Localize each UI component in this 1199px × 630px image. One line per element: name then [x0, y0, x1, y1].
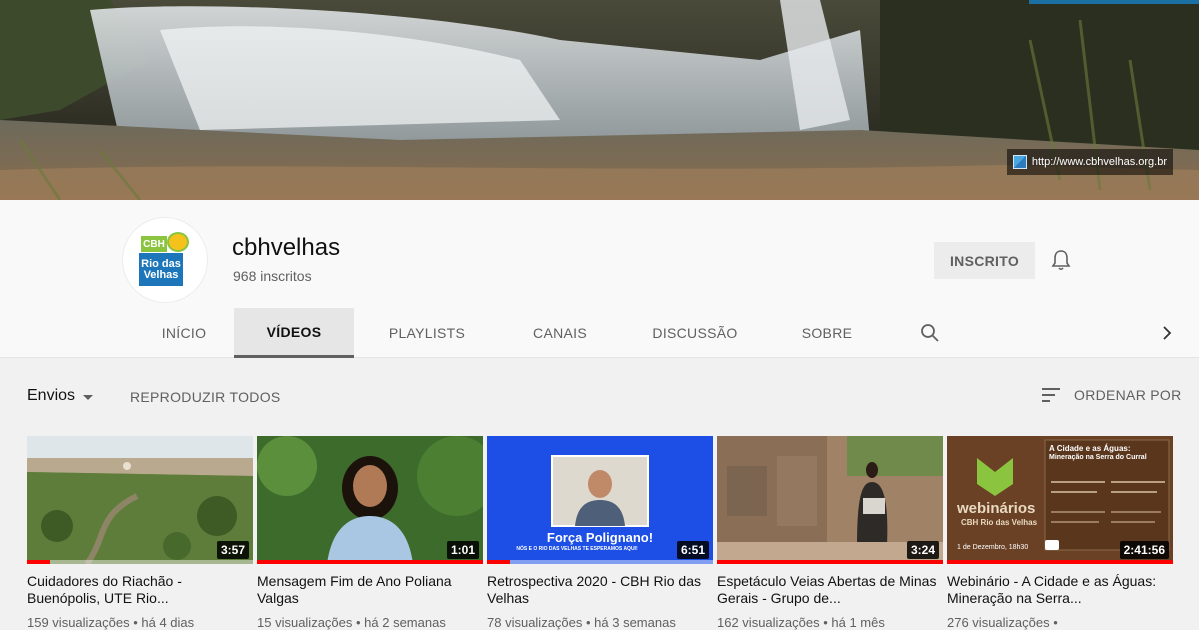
- video-title[interactable]: Espetáculo Veias Abertas de Minas Gerais…: [717, 573, 943, 607]
- video-card[interactable]: 3:24 Espetáculo Veias Abertas de Minas G…: [717, 436, 943, 630]
- tab-videos[interactable]: VÍDEOS: [234, 308, 354, 358]
- video-duration: 6:51: [676, 541, 709, 559]
- video-card[interactable]: webinários CBH Rio das Velhas A Cidade e…: [947, 436, 1173, 630]
- channel-logo: CBH Rio das Velhas: [139, 232, 189, 288]
- channel-avatar[interactable]: CBH Rio das Velhas: [123, 218, 207, 302]
- video-meta: 159 visualizações • há 4 dias: [27, 615, 195, 630]
- channel-tabs: INÍCIO VÍDEOS PLAYLISTS CANAIS DISCUSSÃO…: [0, 308, 1199, 358]
- watch-progress: [257, 560, 483, 564]
- search-icon[interactable]: [918, 321, 942, 345]
- sort-icon: [1042, 388, 1060, 402]
- subscriber-count: 968 inscritos: [233, 268, 312, 284]
- tab-canais[interactable]: CANAIS: [510, 308, 610, 358]
- tab-inicio[interactable]: INÍCIO: [134, 308, 234, 358]
- logo-bottom-text: Rio das Velhas: [139, 253, 183, 286]
- video-duration: 3:24: [906, 541, 939, 559]
- play-all-button[interactable]: REPRODUZIR TODOS: [130, 389, 281, 405]
- website-favicon-icon: [1012, 155, 1027, 169]
- progress-track: [27, 560, 253, 564]
- video-duration: 3:57: [216, 541, 249, 559]
- caret-down-icon: [83, 394, 94, 400]
- logo-top-text: CBH: [141, 236, 167, 252]
- channel-banner: http://www.cbhvelhas.org.br: [0, 0, 1199, 200]
- progress-track: [487, 560, 713, 564]
- webinar-brand-sub: CBH Rio das Velhas: [961, 518, 1038, 527]
- video-card[interactable]: 1:01 Mensagem Fim de Ano Poliana Valgas …: [257, 436, 483, 630]
- video-thumbnail[interactable]: webinários CBH Rio das Velhas A Cidade e…: [947, 436, 1173, 564]
- tab-discussao[interactable]: DISCUSSÃO: [640, 308, 750, 358]
- watch-progress: [487, 560, 510, 564]
- webinar-headline: A Cidade e as Águas:: [1049, 444, 1131, 453]
- video-title[interactable]: Webinário - A Cidade e as Águas: Mineraç…: [947, 573, 1173, 607]
- subscribed-button[interactable]: INSCRITO: [934, 242, 1035, 279]
- chevron-right-icon[interactable]: [1158, 324, 1176, 342]
- banner-website-link[interactable]: http://www.cbhvelhas.org.br: [1006, 149, 1173, 175]
- uploads-dropdown[interactable]: Envios: [27, 387, 94, 405]
- fish-logo-icon: [167, 232, 189, 252]
- channel-header: CBH Rio das Velhas cbhvelhas 968 inscrit…: [0, 200, 1199, 358]
- video-duration: 1:01: [446, 541, 479, 559]
- uploads-label: Envios: [27, 387, 76, 404]
- tab-playlists[interactable]: PLAYLISTS: [372, 308, 482, 358]
- video-meta: 162 visualizações • há 1 mês: [717, 615, 885, 630]
- webinar-brand: webinários: [957, 500, 1036, 517]
- video-title[interactable]: Mensagem Fim de Ano Poliana Valgas: [257, 573, 483, 607]
- video-thumbnail[interactable]: Força Polignano! NÓS E O RIO DAS VELHAS …: [487, 436, 713, 564]
- video-thumbnail[interactable]: 1:01: [257, 436, 483, 564]
- video-card[interactable]: Força Polignano! NÓS E O RIO DAS VELHAS …: [487, 436, 713, 630]
- notification-bell-icon[interactable]: [1050, 248, 1072, 272]
- watch-progress: [947, 560, 1173, 564]
- banner-link-text: http://www.cbhvelhas.org.br: [1031, 156, 1167, 168]
- video-title[interactable]: Retrospectiva 2020 - CBH Rio das Velhas: [487, 573, 713, 607]
- video-meta: 276 visualizações •: [947, 615, 1058, 630]
- video-meta: 78 visualizações • há 3 semanas: [487, 615, 676, 630]
- video-thumbnail[interactable]: 3:24: [717, 436, 943, 564]
- watch-progress: [717, 560, 943, 564]
- channel-name: cbhvelhas: [232, 234, 341, 261]
- banner-corner-accent: [1029, 0, 1199, 4]
- video-thumbnail[interactable]: 3:57: [27, 436, 253, 564]
- sort-button[interactable]: ORDENAR POR: [1042, 387, 1182, 403]
- video-duration: 2:41:56: [1119, 541, 1169, 559]
- watch-progress: [27, 560, 50, 564]
- video-title[interactable]: Cuidadores do Riachão - Buenópolis, UTE …: [27, 573, 253, 607]
- thumbnail-subline: NÓS E O RIO DAS VELHAS TE ESPERAMOS AQUI…: [516, 546, 638, 552]
- sort-label: ORDENAR POR: [1074, 387, 1182, 403]
- webinar-headline-2: Mineração na Serra do Curral: [1049, 454, 1147, 461]
- video-grid: 3:57 Cuidadores do Riachão - Buenópolis,…: [27, 436, 1199, 630]
- tab-sobre[interactable]: SOBRE: [780, 308, 874, 358]
- videos-toolbar: Envios REPRODUZIR TODOS ORDENAR POR: [0, 359, 1199, 429]
- video-meta: 15 visualizações • há 2 semanas: [257, 615, 446, 630]
- video-card[interactable]: 3:57 Cuidadores do Riachão - Buenópolis,…: [27, 436, 253, 630]
- webinar-date: 1 de Dezembro, 18h30: [957, 544, 1029, 551]
